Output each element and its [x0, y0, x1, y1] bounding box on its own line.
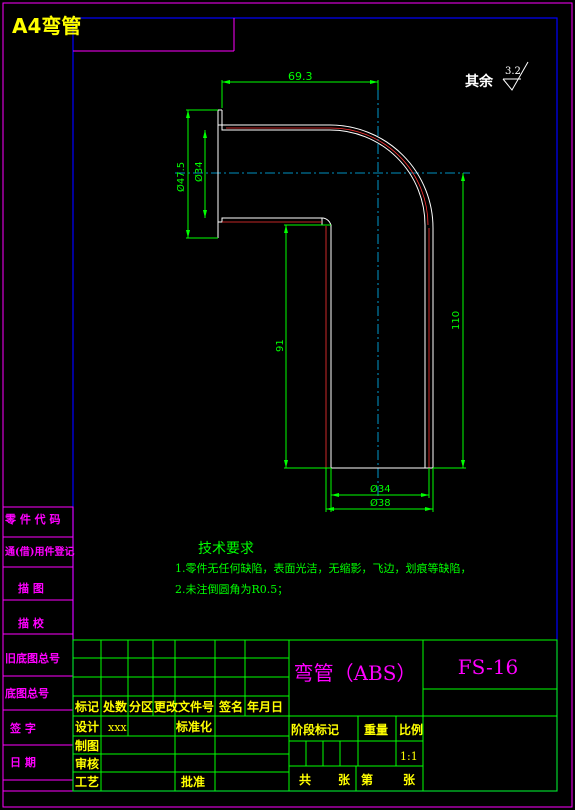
dim-top-width-text: 69.3 [288, 70, 313, 83]
strip-sign: 签 字 [9, 721, 36, 735]
tech-req-title: 技术要求 [198, 541, 254, 557]
dim-overall-height-text: 110 [451, 311, 462, 330]
dimension-vertical-inner [284, 224, 331, 469]
dim-inner-dia-top-text: Ø34 [193, 161, 205, 182]
tb-zone: 分区 [129, 699, 153, 714]
tb-count: 处数 [102, 699, 128, 714]
drawing-number: FS-16 [458, 655, 519, 679]
tb-scale-label: 比例 [399, 722, 423, 737]
tb-check: 审核 [75, 756, 99, 771]
tech-req-item-2: 2.未注倒圆角为R0.5； [175, 582, 288, 596]
pipe-elbow [217, 109, 434, 469]
dimension-top-width [221, 80, 379, 108]
tech-req-item-1: 1.零件无任何缺陷，表面光洁，无缩影，飞边，划痕等缺陷， [175, 561, 472, 575]
tb-draw: 制图 [75, 738, 99, 753]
tb-change-doc: 更改文件号 [154, 699, 214, 714]
outer-border [2, 2, 573, 808]
strip-old-base: 旧底图总号 [5, 651, 60, 665]
strip-date: 日 期 [10, 755, 36, 769]
drawing-canvas: A4弯管 其余 3.2 69.3 Ø47.5 Ø34 91 110 Ø34 Ø3… [2, 2, 573, 808]
header-title: A4弯管 [12, 14, 81, 38]
tb-page: 第 [361, 772, 373, 787]
roughness-value: 3.2 [505, 66, 521, 77]
dim-bottom-outer-text: Ø38 [370, 497, 391, 509]
tb-sign: 签名 [218, 699, 243, 714]
tb-design-value: xxx [108, 721, 127, 734]
tb-standardize: 标准化 [175, 719, 212, 734]
strip-base-no: 底图总号 [5, 686, 49, 700]
tb-total-sheet: 张 [338, 772, 351, 787]
tb-date: 年月日 [247, 699, 283, 714]
strip-part-code: 零 件 代 码 [4, 512, 61, 526]
dim-flange-dia-text: Ø47.5 [175, 162, 187, 192]
tb-stage: 阶段标记 [291, 722, 339, 737]
tb-total: 共 [299, 772, 311, 787]
strip-trace-check: 描 校 [18, 616, 45, 630]
strip-common-reg: 通(借)用件登记 [5, 545, 74, 558]
dim-bottom-inner-text: Ø34 [370, 483, 391, 495]
roughness-label: 其余 [465, 73, 494, 90]
tb-mark: 标记 [74, 699, 99, 714]
tb-weight: 重量 [364, 722, 388, 737]
tb-scale-value: 1:1 [400, 750, 418, 763]
part-name: 弯管（ABS） [294, 661, 417, 685]
tb-page-sheet: 张 [403, 772, 416, 787]
dim-vertical-inner-text: 91 [275, 339, 286, 352]
tb-process: 工艺 [75, 774, 99, 789]
tb-approve: 批准 [181, 774, 205, 789]
tb-design-label: 设计 [75, 719, 99, 734]
strip-trace: 描 图 [18, 581, 44, 595]
